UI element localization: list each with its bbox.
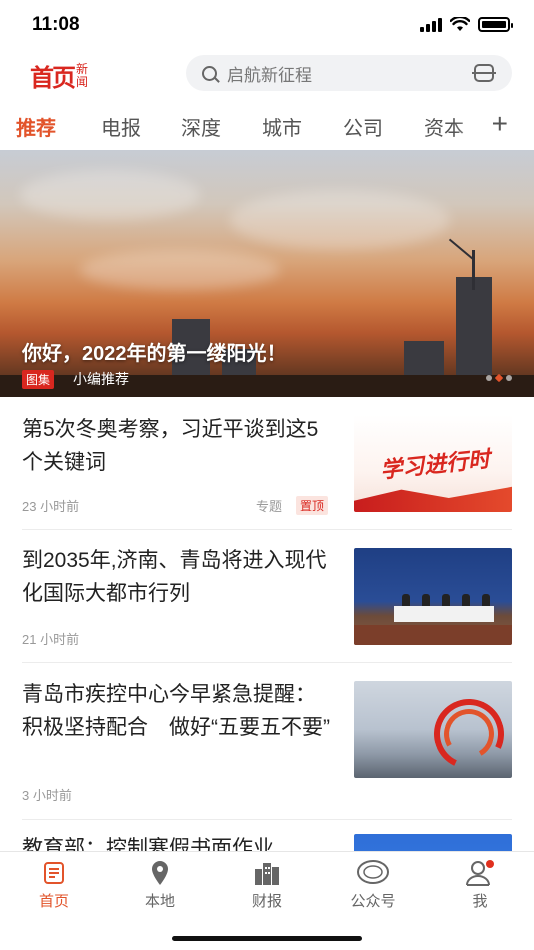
carousel-dots xyxy=(486,373,512,383)
tab-city[interactable]: 城市 xyxy=(262,112,302,141)
status-time: 11:08 xyxy=(32,14,80,35)
user-icon xyxy=(440,860,520,886)
nav-me[interactable]: 我 xyxy=(440,860,520,911)
tabs-fade xyxy=(454,104,494,148)
news-item[interactable]: 第5次冬奥考察，习近平谈到这5个关键词 23 小时前 专题 置顶 学习进行时 xyxy=(0,397,534,530)
nav-home[interactable]: 首页 xyxy=(14,860,94,911)
battery-icon xyxy=(478,17,513,32)
thumbnail-wave xyxy=(354,486,512,512)
category-tabs: 推荐 电报 深度 城市 公司 资本 + xyxy=(0,104,534,148)
banner-tag: 图集 xyxy=(22,370,55,389)
logo-sub-1: 新 xyxy=(76,61,89,76)
news-time: 3 小时前 xyxy=(22,788,72,803)
carousel-dot xyxy=(486,375,492,381)
carousel-dot xyxy=(506,375,512,381)
status-icons xyxy=(420,17,513,32)
pinned-badge: 置顶 xyxy=(296,496,329,515)
tab-telegraph[interactable]: 电报 xyxy=(101,112,141,141)
thumbnail-floor xyxy=(354,625,512,645)
news-title[interactable]: 到2035年,济南、青岛将进入现代化国际大都市行列 xyxy=(22,544,334,610)
cloud xyxy=(80,250,280,290)
signal-icon xyxy=(420,17,442,32)
news-thumbnail[interactable]: 学习进行时 xyxy=(354,415,512,512)
crane xyxy=(448,238,474,260)
nav-official-accounts[interactable]: 公众号 xyxy=(333,860,413,911)
banner-subtitle: 小编推荐 xyxy=(73,371,129,387)
news-item[interactable]: 到2035年,济南、青岛将进入现代化国际大都市行列 21 小时前 xyxy=(0,530,534,663)
nav-label: 首页 xyxy=(38,893,69,910)
buildings-icon xyxy=(227,860,307,886)
search-icon xyxy=(202,65,217,81)
news-item[interactable]: 青岛市疾控中心今早紧急提醒：积极坚持配合 做好“五要五不要” 3 小时前 xyxy=(0,663,534,820)
nav-local[interactable]: 本地 xyxy=(120,860,200,911)
nav-label: 财报 xyxy=(251,893,282,910)
news-icon xyxy=(14,860,94,886)
search-placeholder: 启航新征程 xyxy=(227,65,312,85)
tab-company[interactable]: 公司 xyxy=(343,112,383,141)
banner-carousel[interactable]: 你好，2022年的第一缕阳光！ 图集 小编推荐 xyxy=(0,150,534,397)
logo-sub-2: 闻 xyxy=(76,74,89,89)
chat-bubble-icon xyxy=(333,860,413,886)
news-title[interactable]: 第5次冬奥考察，习近平谈到这5个关键词 xyxy=(22,413,334,479)
banner-title[interactable]: 你好，2022年的第一缕阳光！ xyxy=(22,337,287,366)
news-time: 23 小时前 xyxy=(22,499,80,514)
wifi-icon xyxy=(450,17,470,31)
news-item[interactable]: 教育部：控制寒假书面作业 xyxy=(0,820,534,851)
status-bar: 11:08 xyxy=(0,0,534,52)
cloud xyxy=(20,170,200,220)
carousel-dot-active xyxy=(494,373,504,383)
news-title[interactable]: 青岛市疾控中心今早紧急提醒：积极坚持配合 做好“五要五不要” xyxy=(22,678,334,744)
news-title[interactable]: 教育部：控制寒假书面作业 xyxy=(22,832,334,851)
nav-label: 本地 xyxy=(144,893,175,910)
app-logo: 首页 新 闻 xyxy=(30,58,88,93)
tab-recommend[interactable]: 推荐 xyxy=(16,112,56,141)
tab-depth[interactable]: 深度 xyxy=(181,112,221,141)
nav-finance[interactable]: 财报 xyxy=(227,860,307,911)
scan-icon[interactable] xyxy=(472,64,496,82)
location-pin-icon xyxy=(120,860,200,886)
news-thumbnail[interactable] xyxy=(354,834,512,851)
add-channel-icon[interactable]: + xyxy=(492,110,508,138)
thumbnail-desk xyxy=(394,606,494,622)
thumbnail-text: 学习进行时 xyxy=(379,446,492,483)
home-indicator[interactable] xyxy=(172,936,362,941)
search-bar[interactable]: 启航新征程 xyxy=(186,55,512,91)
logo-text: 首页 xyxy=(30,63,76,92)
crane xyxy=(472,250,475,290)
news-label: 专题 xyxy=(256,499,283,514)
app-header: 首页 新 闻 启航新征程 xyxy=(0,52,534,94)
news-time: 21 小时前 xyxy=(22,632,80,647)
news-thumbnail[interactable] xyxy=(354,681,512,778)
news-thumbnail[interactable] xyxy=(354,548,512,645)
logo-subtext: 新 闻 xyxy=(76,61,89,89)
nav-label: 公众号 xyxy=(350,893,396,910)
nav-label: 我 xyxy=(472,893,488,910)
cloud xyxy=(230,190,450,250)
